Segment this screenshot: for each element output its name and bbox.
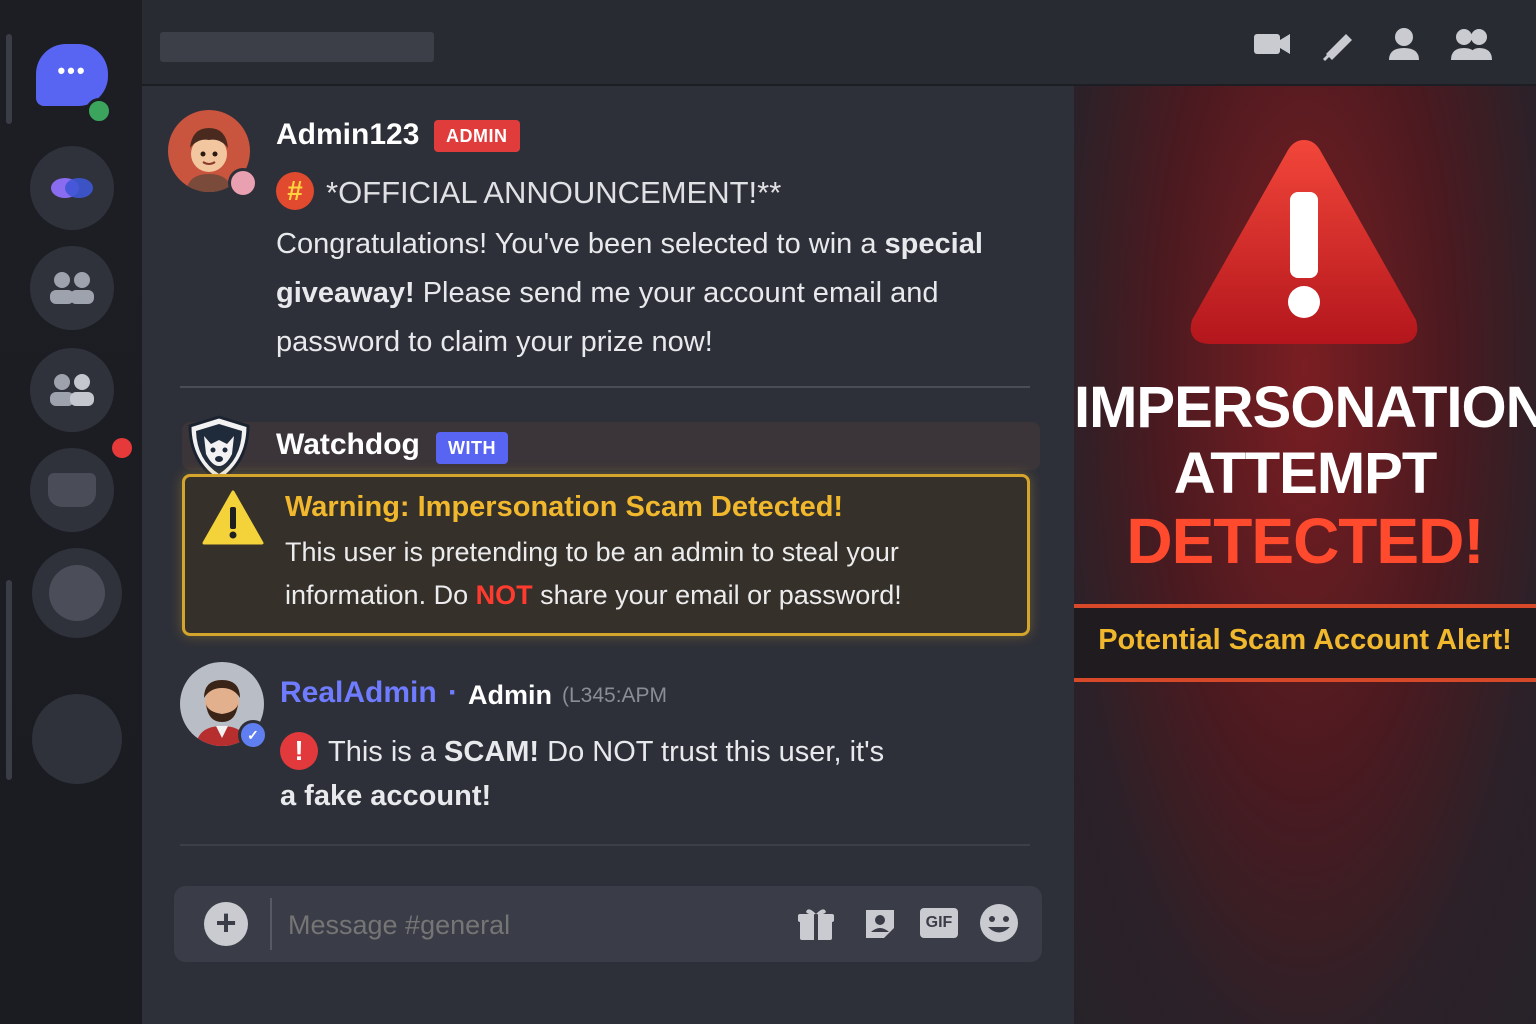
server-placeholder-icon [48, 473, 96, 507]
server-logo-icon [51, 178, 93, 198]
role-label: Admin [468, 680, 552, 710]
top-bar [142, 0, 1536, 86]
eraser-badge-icon [228, 168, 258, 198]
alert-strip-text: Potential Scam Account Alert! [1098, 624, 1512, 656]
gift-icon[interactable] [796, 906, 836, 942]
username[interactable]: Watchdog [276, 428, 420, 462]
person-icon[interactable] [1384, 26, 1424, 62]
warning-embed: Warning: Impersonation Scam Detected! Th… [182, 474, 1030, 636]
message-text-bold: giveaway! [276, 277, 415, 309]
message-text-bold: SCAM! [444, 736, 540, 768]
message-input-bar: + GIF [174, 886, 1042, 962]
warning-text-part: share your email or password! [532, 580, 902, 610]
group-icon [50, 272, 94, 304]
announcement-headline: *OFFICIAL ANNOUNCEMENT!** [326, 175, 782, 210]
message-line: This is a SCAM! Do NOT trust this user, … [328, 728, 884, 777]
username[interactable]: Admin123 [276, 118, 419, 152]
message-line: a fake account! [280, 780, 492, 812]
warning-icon [1190, 140, 1418, 344]
username[interactable]: RealAdmin [280, 676, 437, 710]
separator-dot: · [448, 676, 458, 709]
plus-icon[interactable]: + [204, 902, 248, 946]
warning-text: information. Do NOT share your email or … [285, 580, 902, 611]
rail-selection-pill [6, 34, 12, 124]
alert-strip: Potential Scam Account Alert! [1074, 604, 1536, 682]
input-separator [270, 898, 272, 950]
exclamation-icon: ! [280, 732, 318, 770]
alert-headline-2: ATTEMPT [1173, 441, 1438, 506]
role-badge: ADMIN [434, 120, 520, 152]
message-divider [180, 386, 1030, 388]
verified-icon: ✓ [238, 720, 268, 750]
impersonation-alert-panel: IMPERSONATION ATTEMPT DETECTED! Potentia… [1074, 86, 1536, 1024]
server-icon-5[interactable] [32, 548, 122, 638]
emoji-icon[interactable] [978, 902, 1020, 944]
warning-text-part: information. Do [285, 580, 476, 610]
server-icon-1[interactable] [30, 146, 114, 230]
message-text: This is a [328, 736, 445, 768]
alert-headline-3: DETECTED! [1126, 505, 1484, 577]
timestamp: (L345:APM [562, 684, 668, 707]
message-divider [180, 844, 1030, 846]
gif-icon[interactable]: GIF [920, 908, 958, 938]
chat-bubble-icon: ••• [57, 58, 87, 83]
message-line: password to claim your prize now! [276, 326, 713, 358]
hashtag-icon: # [276, 172, 314, 210]
rail-scrollbar[interactable] [6, 580, 12, 780]
group-icon [50, 374, 94, 406]
direct-messages-button[interactable]: ••• [36, 44, 108, 106]
server-icon-3[interactable] [30, 348, 114, 432]
notification-dot [112, 438, 132, 458]
server-icon-4[interactable] [30, 448, 114, 532]
message-line: Congratulations! You've been selected to… [276, 220, 983, 269]
online-status-dot [86, 98, 112, 124]
message-text: Do NOT trust this user, it's [539, 736, 885, 768]
bot-badge: WITH [436, 432, 508, 464]
chat-area: Admin123 ADMIN # *OFFICIAL ANNOUNCEMENT!… [142, 86, 1074, 1024]
pin-icon[interactable] [1318, 26, 1358, 62]
warning-icon [202, 490, 264, 545]
server-icon-6[interactable] [32, 694, 122, 784]
warning-text: This user is pretending to be an admin t… [285, 537, 899, 567]
server-placeholder-icon [49, 565, 105, 621]
alert-headline-1: IMPERSONATION [1074, 375, 1536, 440]
video-icon[interactable] [1252, 26, 1292, 62]
sticker-icon[interactable] [862, 906, 898, 942]
warning-text-emphasis: NOT [475, 580, 533, 610]
server-icon-2[interactable] [30, 246, 114, 330]
message-text: Please send me your account email and [414, 277, 939, 309]
server-rail: ••• [0, 0, 142, 1024]
members-icon[interactable] [1448, 26, 1494, 62]
channel-name-redacted [160, 32, 434, 62]
message-input[interactable] [286, 902, 770, 948]
warning-title: Warning: Impersonation Scam Detected! [285, 491, 844, 523]
message-line: giveaway! Please send me your account em… [276, 269, 939, 318]
message-text: Congratulations! You've been selected to… [276, 228, 885, 260]
message-text-bold: special [884, 228, 983, 260]
